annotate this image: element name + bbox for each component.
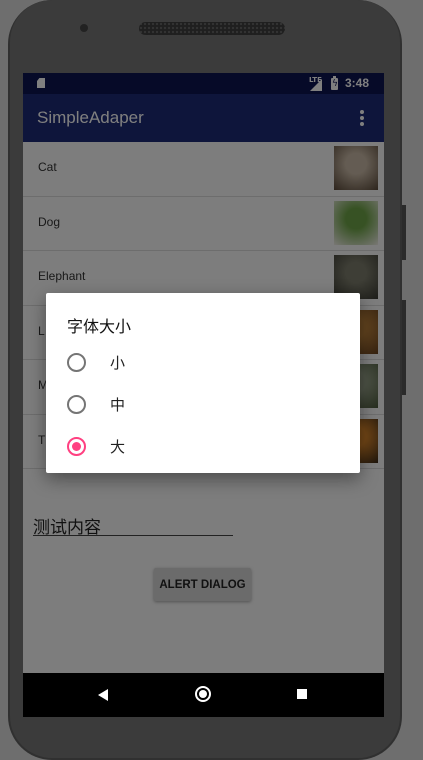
- font-size-dialog: 字体大小 小 中 大: [46, 293, 360, 473]
- screen: LTE ϟ 3:48 SimpleAdaper Cat Dog Elephant…: [23, 73, 384, 717]
- option-label: 小: [110, 354, 126, 372]
- power-button[interactable]: [402, 300, 406, 395]
- dialog-title: 字体大小: [67, 317, 132, 336]
- option-medium[interactable]: 中: [67, 389, 347, 423]
- navigation-bar: [23, 673, 384, 717]
- option-label: 中: [110, 396, 126, 414]
- volume-button[interactable]: [402, 205, 406, 260]
- radio-large[interactable]: [67, 437, 86, 456]
- home-icon[interactable]: [195, 686, 211, 702]
- radio-small[interactable]: [67, 353, 86, 372]
- radio-medium[interactable]: [67, 395, 86, 414]
- front-camera: [80, 24, 88, 32]
- recents-icon[interactable]: [297, 689, 307, 699]
- option-small[interactable]: 小: [67, 347, 347, 381]
- speaker-grille: [139, 22, 285, 35]
- back-icon[interactable]: [98, 689, 108, 701]
- option-label: 大: [110, 438, 126, 456]
- option-large[interactable]: 大: [67, 431, 347, 465]
